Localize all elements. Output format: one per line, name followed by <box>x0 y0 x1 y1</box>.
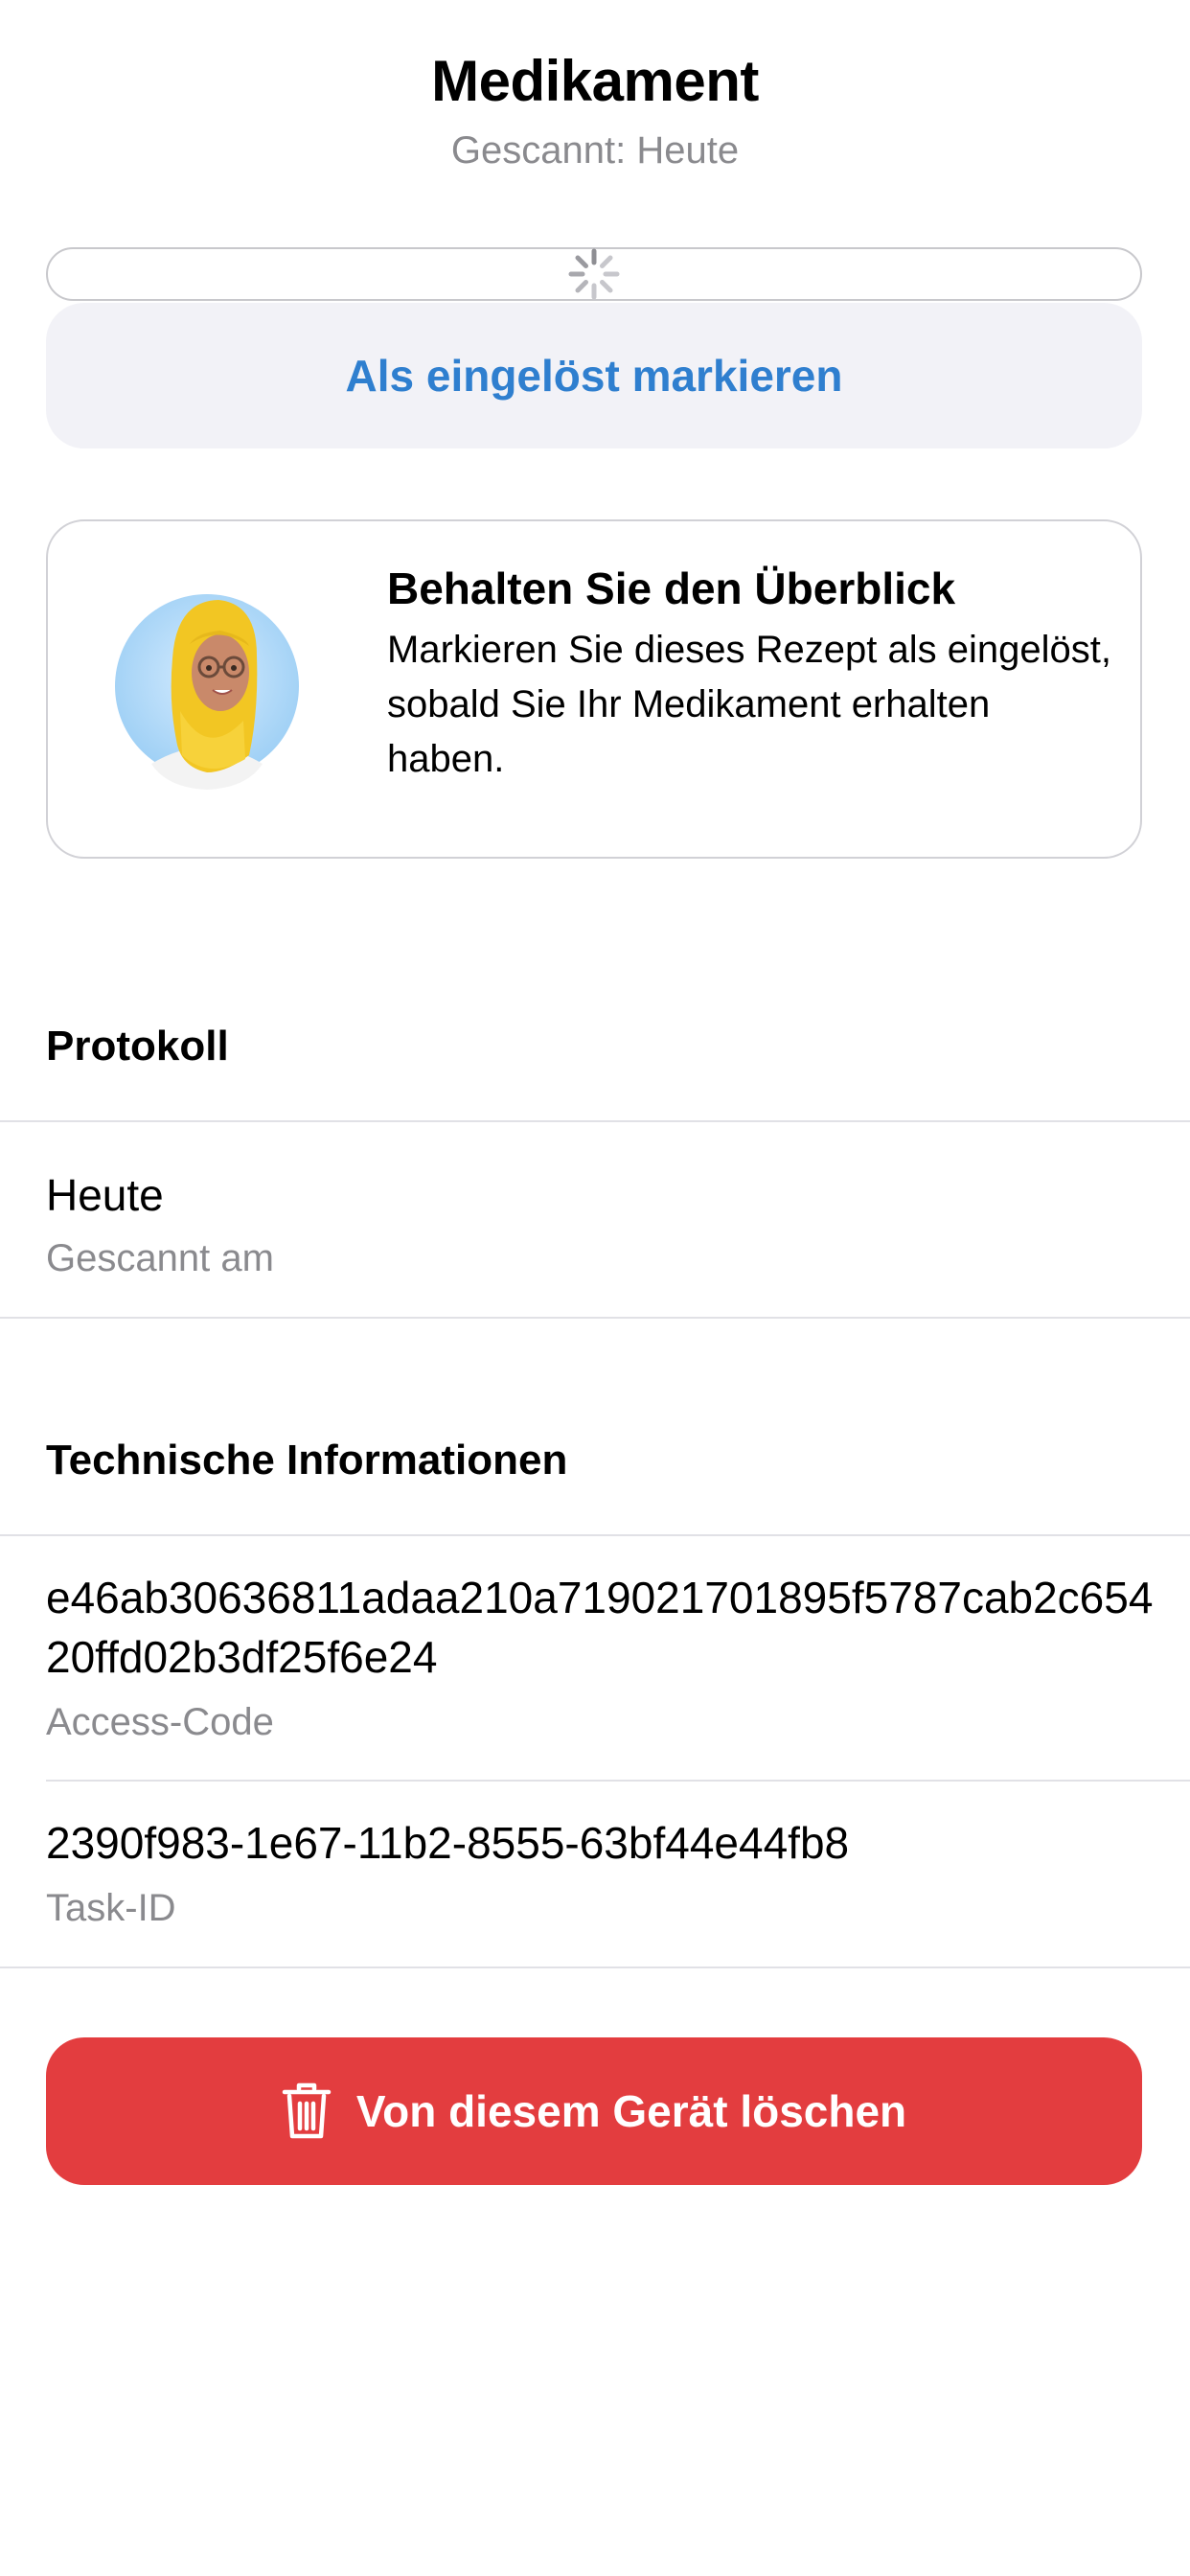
access-code-label: Access-Code <box>46 1701 274 1743</box>
divider <box>0 1120 1190 1122</box>
protocol-entry-label: Gescannt am <box>46 1237 274 1279</box>
delete-button-label: Von diesem Gerät löschen <box>355 2086 907 2136</box>
divider <box>0 1966 1190 1968</box>
access-code-value: e46ab30636811adaa210a719021701895f5787ca… <box>46 1573 1154 1682</box>
mark-as-redeemed-button[interactable]: Als eingelöst markieren <box>46 303 1142 448</box>
info-card-body: Markieren Sie dieses Rezept als eingelös… <box>387 629 1111 780</box>
pharmacist-avatar-illustration <box>115 594 299 790</box>
divider <box>0 1317 1190 1319</box>
page-title: Medikament <box>431 49 759 113</box>
loading-indicator-bar <box>46 247 1142 301</box>
divider <box>46 1780 1190 1782</box>
task-id-value: 2390f983-1e67-11b2-8555-63bf44e44fb8 <box>46 1818 850 1868</box>
delete-from-device-button[interactable]: Von diesem Gerät löschen <box>46 2037 1142 2185</box>
scan-date-subtitle: Gescannt: Heute <box>450 129 740 172</box>
page-header: Medikament Gescannt: Heute <box>0 42 1190 176</box>
info-card-text: Behalten Sie den Überblick Markieren Sie… <box>387 560 1115 787</box>
technical-section-heading: Technische Informationen <box>46 1437 568 1484</box>
info-card-title: Behalten Sie den Überblick <box>387 564 956 613</box>
task-id-label: Task-ID <box>46 1887 176 1929</box>
reminder-info-card: Behalten Sie den Überblick Markieren Sie… <box>46 519 1142 859</box>
protocol-section-heading: Protokoll <box>46 1023 229 1070</box>
protocol-entry-value: Heute <box>46 1170 164 1220</box>
divider <box>0 1534 1190 1536</box>
trash-icon <box>282 2082 332 2139</box>
spinner-icon <box>568 248 620 300</box>
